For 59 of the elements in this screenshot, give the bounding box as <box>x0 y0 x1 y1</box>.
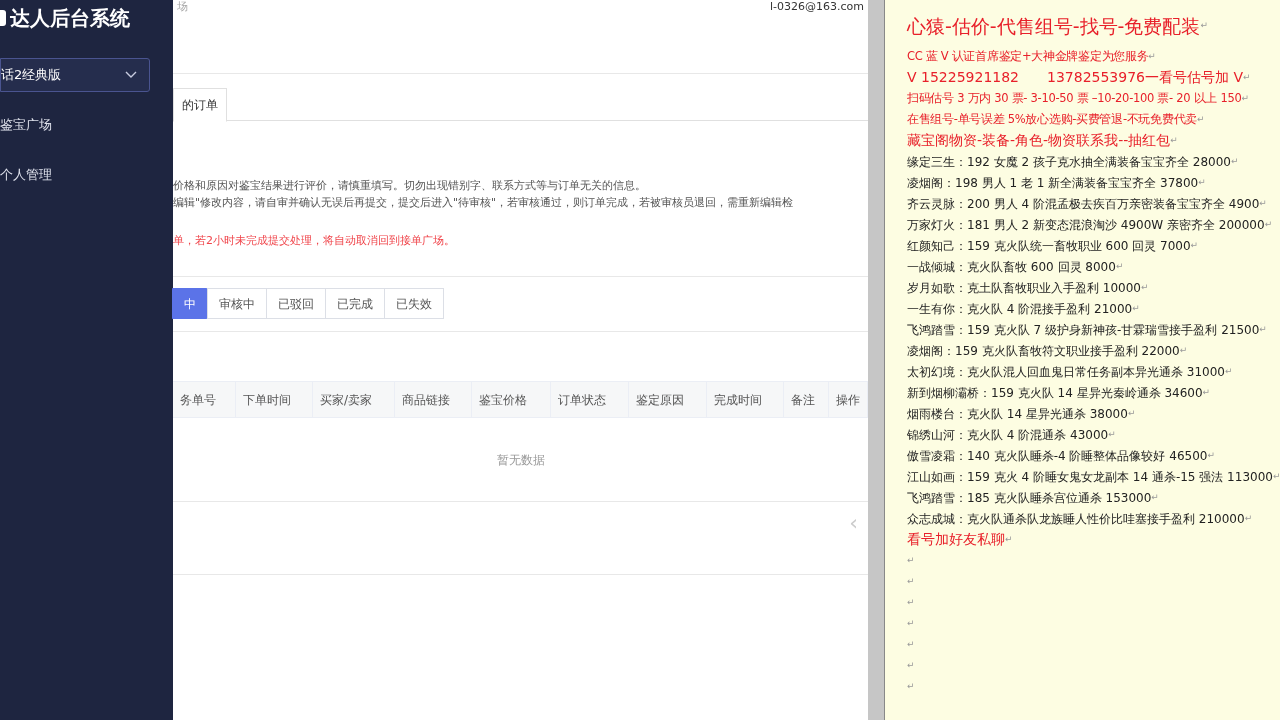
chevron-down-icon <box>125 71 137 79</box>
document-line: ↵ <box>907 679 916 693</box>
document-line: 飞鸿踏雪：185 克火队睡杀宫位通杀 153000↵ <box>907 489 1160 507</box>
document-line: 一生有你：克火队 4 阶混接手盈利 21000↵ <box>907 300 1141 318</box>
status-tab[interactable]: 中 <box>172 288 208 319</box>
document-line: ↵ <box>907 616 916 630</box>
column-header: 务单号 <box>173 382 236 417</box>
document-line: 齐云灵脉：200 男人 4 阶混孟极去疾百万亲密装备宝宝齐全 4900↵ <box>907 195 1268 213</box>
column-header: 下单时间 <box>236 382 313 417</box>
document-line: 众志成城：克火队通杀队龙族睡人性价比哇塞接手盈利 210000↵ <box>907 510 1254 528</box>
column-header: 订单状态 <box>551 382 629 417</box>
app-title: 达人后台系统 <box>10 5 130 32</box>
document-line: 扫码估号 3 万内 30 票- 3-10-50 票 –10-20-100 票- 20 以上 150↵ <box>907 89 1250 107</box>
scrollbar[interactable] <box>868 0 884 720</box>
notice-text: 价格和原因对鉴宝结果进行评价，请慎重填写。切勿出现错别字、联系方式等与订单无关的信息。 <box>173 178 647 194</box>
status-tab[interactable]: 已驳回 <box>266 288 326 319</box>
notice-text: 编辑"修改内容，请自审并确认无误后再提交，提交后进入"待审核"，若审核通过，则订单完成，若被审核员退回，需重新编辑检 <box>173 195 795 211</box>
document-line: 一战倾城：克火队畜牧 600 回灵 8000↵ <box>907 258 1125 276</box>
status-tab[interactable]: 审核中 <box>207 288 267 319</box>
document-line: 飞鸿踏雪：159 克火队 7 级护身新神孩-甘霖瑞雪接手盈利 21500↵ <box>907 321 1268 339</box>
version-select[interactable]: 话2经典版 <box>0 58 150 92</box>
status-tab[interactable]: 已完成 <box>325 288 385 319</box>
notice-text: 单，若2小时未完成提交处理，将自动取消回到接单广场。 <box>173 233 456 249</box>
document-line: ↵ <box>907 637 916 651</box>
document-line: V 15225921182 13782553976一看号估号加 V↵ <box>907 68 1252 87</box>
document-line: 藏宝阁物资-装备-角色-物资联系我--抽红包↵ <box>907 131 1179 150</box>
document-line: 江山如画：159 克火 4 阶睡女鬼女龙副本 14 通杀-15 强法 113000↵ <box>907 468 1280 486</box>
document-line: 烟雨楼台：克火队 14 星异光通杀 38000↵ <box>907 405 1137 423</box>
document-line: 看号加好友私聊↵ <box>907 530 1014 549</box>
column-header: 鉴宝价格 <box>472 382 551 417</box>
column-header: 完成时间 <box>707 382 784 417</box>
column-header: 买家/卖家 <box>313 382 395 417</box>
document-line: 心猿-估价-代售组号-找号-免费配装↵ <box>907 13 1209 36</box>
document-line: 红颜知己：159 克火队统一畜牧职业 600 回灵 7000↵ <box>907 237 1200 255</box>
status-tab[interactable]: 已失效 <box>384 288 444 319</box>
document-line: ↵ <box>907 553 916 567</box>
empty-text: 暂无数据 <box>496 451 545 469</box>
document-line: ↵ <box>907 595 916 609</box>
document-line: 凌烟阁：198 男人 1 老 1 新全满装备宝宝齐全 37800↵ <box>907 174 1207 192</box>
column-header: 鉴定原因 <box>629 382 707 417</box>
document-line: 新到烟柳灞桥：159 克火队 14 星异光秦岭通杀 34600↵ <box>907 384 1212 402</box>
document-line: ↵ <box>907 658 916 672</box>
document-line: 岁月如歌：克土队畜牧职业入手盈利 10000↵ <box>907 279 1150 297</box>
document-line: 万家灯火：181 男人 2 新变态混浪淘沙 4900W 亲密齐全 200000↵ <box>907 216 1274 234</box>
column-header: 备注 <box>784 382 829 417</box>
page-tab[interactable]: 的订单 <box>173 88 227 122</box>
document-line: 太初幻境：克火队混人回血鬼日常任务副本异光通杀 31000↵ <box>907 363 1234 381</box>
document-line: ↵ <box>907 574 916 588</box>
document-line: 傲雪凌霜：140 克火队睡杀-4 阶睡整体品像较好 46500↵ <box>907 447 1217 465</box>
document-line: 凌烟阁：159 克火队畜牧符文职业接手盈利 22000↵ <box>907 342 1189 360</box>
document-line: 在售组号-单号误差 5%放心选购-买费管退-不玩免费代卖↵ <box>907 110 1206 128</box>
document-line: 缘定三生：192 女魔 2 孩子克水抽全满装备宝宝齐全 28000↵ <box>907 153 1240 171</box>
sidebar-item[interactable]: 鉴宝广场 <box>0 116 173 136</box>
document-line: 锦绣山河：克火队 4 阶混通杀 43000↵ <box>907 426 1117 444</box>
logo-icon <box>0 10 6 26</box>
document-line: CC 蓝 V 认证首席鉴定+大神金牌鉴定为您服务↵ <box>907 47 1157 65</box>
user-email: l-0326@163.com <box>770 0 864 14</box>
column-header: 商品链接 <box>395 382 472 417</box>
sidebar-item[interactable]: 个人管理 <box>0 166 173 186</box>
